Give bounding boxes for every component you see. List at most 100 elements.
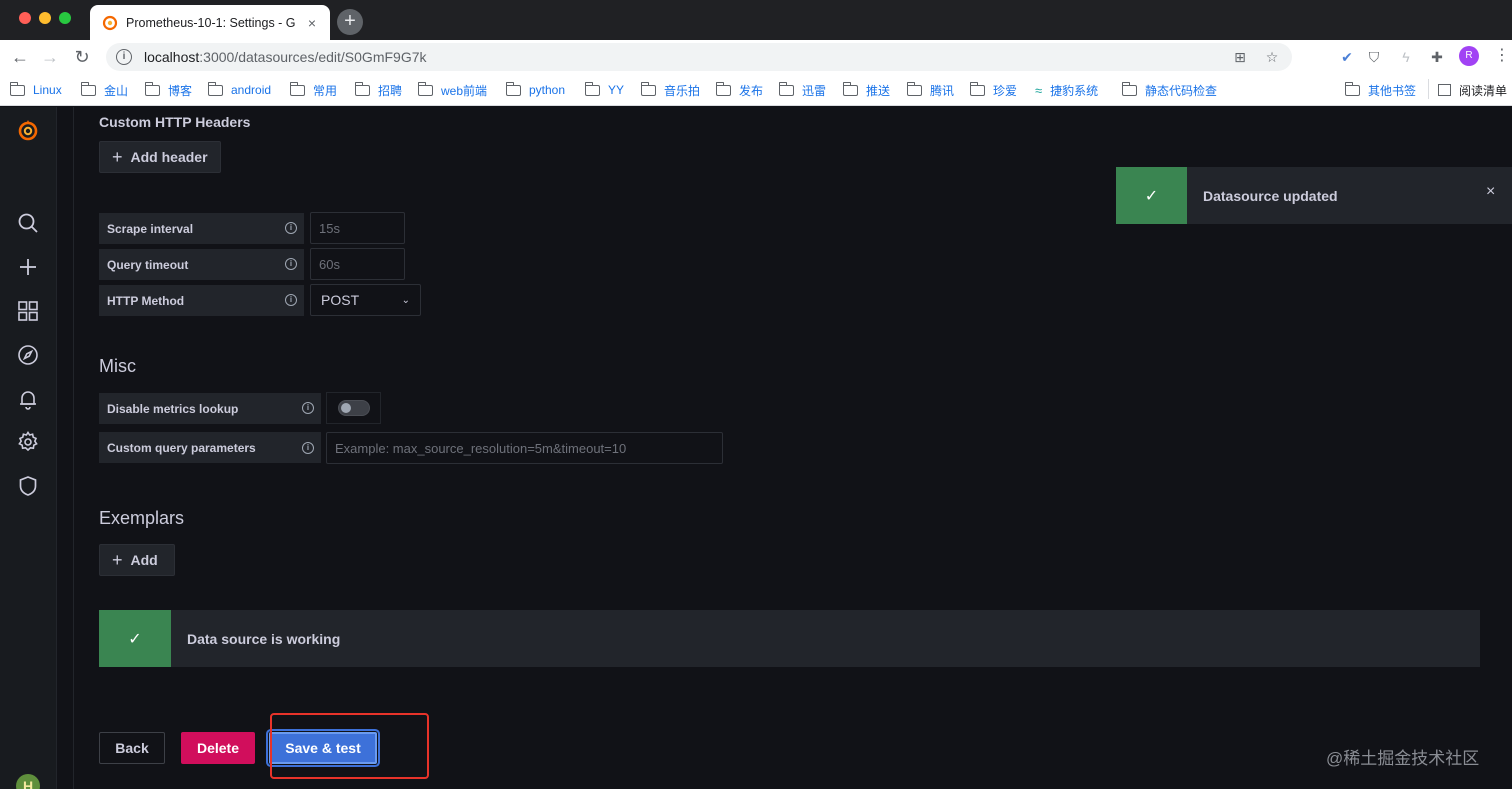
- folder-icon: [80, 81, 96, 96]
- folder-icon: [417, 81, 433, 96]
- close-window-button[interactable]: [19, 12, 31, 24]
- site-info-icon[interactable]: i: [116, 49, 132, 65]
- shield-extension-icon[interactable]: ⛉: [1364, 47, 1384, 67]
- chevron-down-icon: ⌄: [401, 294, 410, 306]
- toggle-switch[interactable]: [337, 400, 370, 416]
- menu-icon[interactable]: ⋮: [1494, 46, 1510, 66]
- bookmark-folder[interactable]: 招聘: [354, 81, 402, 99]
- star-icon[interactable]: ☆: [1262, 49, 1282, 66]
- extension-icon[interactable]: ✔: [1337, 47, 1357, 67]
- info-icon[interactable]: i: [302, 402, 314, 414]
- alerting-bell-icon[interactable]: [16, 387, 40, 411]
- bookmark-folder[interactable]: 金山: [80, 81, 128, 99]
- bookmark-folder[interactable]: YY: [584, 81, 624, 99]
- bookmark-folder[interactable]: 常用: [289, 81, 337, 99]
- reading-list[interactable]: 阅读清单: [1438, 81, 1507, 99]
- add-exemplar-button[interactable]: + Add: [99, 544, 175, 576]
- back-button[interactable]: Back: [99, 732, 165, 764]
- folder-icon: [1344, 81, 1360, 96]
- custom-query-parameters-label: Custom query parameters: [99, 432, 321, 463]
- folder-icon: [289, 81, 305, 96]
- folder-icon: [969, 81, 985, 96]
- check-icon: ✓: [1116, 167, 1187, 224]
- bookmark-folder[interactable]: web前端: [417, 81, 487, 99]
- add-header-button[interactable]: + Add header: [99, 141, 221, 173]
- bookmark-folder[interactable]: 腾讯: [906, 81, 954, 99]
- http-method-select[interactable]: POST ⌄: [310, 284, 421, 316]
- folder-icon: [715, 81, 731, 96]
- query-timeout-input[interactable]: 60s: [310, 248, 405, 280]
- scrape-interval-input[interactable]: 15s: [310, 212, 405, 244]
- exemplars-section-title: Exemplars: [99, 508, 185, 528]
- search-icon[interactable]: [16, 211, 40, 235]
- bookmarks-divider: [1428, 79, 1429, 99]
- folder-icon: [640, 81, 656, 96]
- folder-icon: [906, 81, 922, 96]
- bookmark-folder[interactable]: 推送: [842, 81, 890, 99]
- bookmark-folder[interactable]: 音乐拍: [640, 81, 700, 99]
- tab-close-icon[interactable]: ×: [304, 15, 320, 31]
- dashboards-icon[interactable]: [16, 299, 40, 323]
- profile-avatar[interactable]: R: [1459, 46, 1479, 66]
- leaf-icon: ≈: [1035, 82, 1043, 98]
- bookmark-link[interactable]: ≈ 捷豹系统: [1035, 81, 1098, 99]
- settings-gear-icon[interactable]: [16, 430, 40, 454]
- check-icon: ✓: [99, 610, 171, 667]
- browser-tab-bar: Prometheus-10-1: Settings - G × +: [0, 0, 1512, 40]
- info-icon[interactable]: i: [302, 442, 314, 454]
- folder-icon: [207, 81, 223, 96]
- new-tab-button[interactable]: +: [337, 9, 363, 35]
- url-text[interactable]: localhost:3000/datasources/edit/S0GmF9G7…: [144, 49, 1218, 65]
- close-icon[interactable]: ×: [1486, 183, 1495, 201]
- folder-icon: [1121, 81, 1137, 96]
- annotation-highlight-box: [270, 713, 429, 779]
- datasource-updated-toast: ✓ Datasource updated: [1116, 167, 1512, 224]
- bookmark-folder[interactable]: 静态代码检查: [1121, 81, 1217, 99]
- lightning-extension-icon[interactable]: ϟ: [1396, 47, 1416, 67]
- folder-icon: [354, 81, 370, 96]
- reload-icon[interactable]: ↻: [70, 45, 94, 69]
- forward-icon[interactable]: →: [38, 45, 62, 69]
- bookmark-folder-other[interactable]: 其他书签: [1344, 81, 1416, 99]
- folder-icon: [9, 81, 25, 96]
- plus-icon[interactable]: [16, 255, 40, 279]
- grafana-logo-icon[interactable]: [16, 118, 40, 142]
- custom-query-parameters-input[interactable]: Example: max_source_resolution=5m&timeou…: [326, 432, 723, 464]
- bookmarks-bar: Linux 金山 博客 android 常用 招聘 web前端 python Y…: [0, 74, 1512, 106]
- bookmark-folder[interactable]: android: [207, 81, 271, 99]
- bookmark-folder[interactable]: 迅雷: [778, 81, 826, 99]
- plus-icon: +: [112, 549, 123, 570]
- delete-button[interactable]: Delete: [181, 732, 255, 764]
- bookmark-folder[interactable]: 珍爱: [969, 81, 1017, 99]
- maximize-window-button[interactable]: [59, 12, 71, 24]
- address-bar[interactable]: i localhost:3000/datasources/edit/S0GmF9…: [106, 43, 1292, 71]
- content-edge: [73, 107, 74, 789]
- info-icon[interactable]: i: [285, 294, 297, 306]
- bookmark-folder[interactable]: 发布: [715, 81, 763, 99]
- minimize-window-button[interactable]: [39, 12, 51, 24]
- info-icon[interactable]: i: [285, 222, 297, 234]
- puzzle-icon[interactable]: ✚: [1427, 47, 1447, 67]
- bookmark-folder[interactable]: python: [505, 81, 565, 99]
- translate-icon[interactable]: ⊞: [1230, 49, 1250, 66]
- browser-tab[interactable]: Prometheus-10-1: Settings - G ×: [90, 5, 330, 40]
- explore-icon[interactable]: [16, 343, 40, 367]
- watermark-text: @稀土掘金技术社区: [1326, 749, 1480, 768]
- misc-section-title: Misc: [99, 356, 136, 376]
- toast-message: Datasource updated: [1203, 187, 1338, 204]
- reading-list-icon: [1438, 84, 1451, 96]
- info-icon[interactable]: i: [285, 258, 297, 270]
- shield-icon[interactable]: [16, 474, 40, 498]
- folder-icon: [144, 81, 160, 96]
- alert-message: Data source is working: [187, 630, 341, 647]
- query-timeout-label: Query timeout: [99, 249, 304, 280]
- tab-title: Prometheus-10-1: Settings - G: [126, 15, 296, 30]
- folder-icon: [584, 81, 600, 96]
- bookmark-folder[interactable]: Linux: [9, 81, 62, 99]
- back-icon[interactable]: ←: [8, 45, 32, 69]
- folder-icon: [778, 81, 794, 96]
- disable-metrics-lookup-switch[interactable]: [326, 392, 381, 424]
- disable-metrics-lookup-label: Disable metrics lookup: [99, 393, 321, 424]
- grafana-favicon-icon: [102, 15, 118, 30]
- bookmark-folder[interactable]: 博客: [144, 81, 192, 99]
